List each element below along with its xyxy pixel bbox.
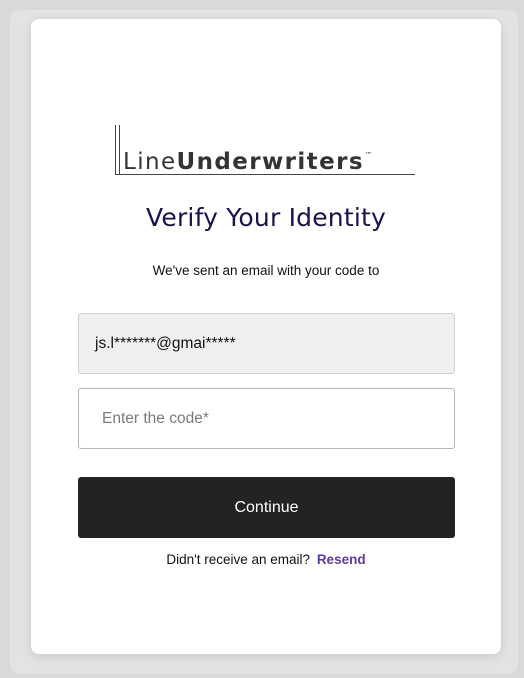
logo-trademark: ™ bbox=[364, 151, 372, 159]
email-display-field: js.l*******@gmai***** bbox=[78, 313, 455, 374]
logo-line-left bbox=[115, 125, 116, 175]
line-underwriters-logo: LineUnderwriters™ bbox=[115, 105, 415, 175]
verify-card: LineUnderwriters™ Verify Your Identity W… bbox=[31, 19, 501, 654]
logo-line-left-inner bbox=[119, 125, 120, 175]
page-subtitle: We've sent an email with your code to bbox=[152, 263, 380, 278]
logo-wordmark: LineUnderwriters™ bbox=[123, 149, 372, 175]
page-title: Verify Your Identity bbox=[146, 203, 386, 232]
resend-link[interactable]: Resend bbox=[317, 552, 366, 567]
continue-button[interactable]: Continue bbox=[78, 477, 455, 538]
code-input[interactable] bbox=[78, 388, 455, 449]
logo-regular-text: Line bbox=[123, 149, 177, 175]
logo-bold-text: Underwriters bbox=[176, 149, 364, 175]
resend-prompt: Didn't receive an email? bbox=[166, 552, 311, 567]
resend-row: Didn't receive an email? Resend bbox=[31, 552, 501, 567]
